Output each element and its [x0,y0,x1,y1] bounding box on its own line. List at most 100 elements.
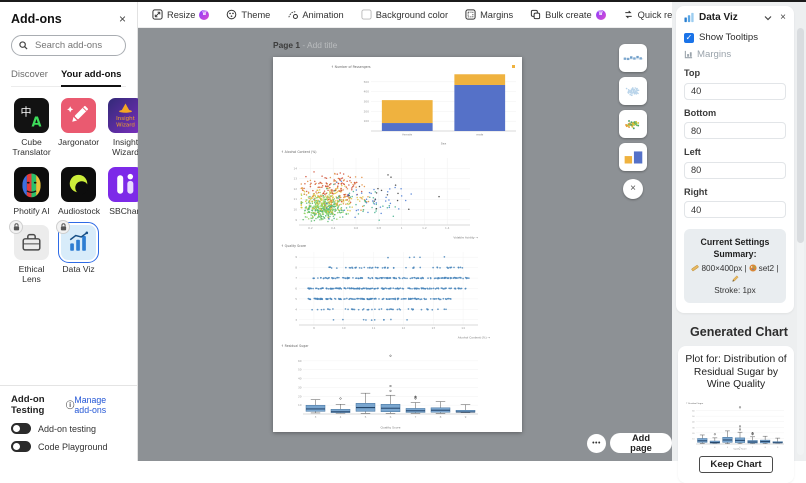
svg-text:Alcohol Content (%) →: Alcohol Content (%) → [458,336,491,340]
info-icon: ⓘ [66,399,75,411]
svg-text:60: 60 [298,359,302,363]
margin-top-input[interactable] [684,83,786,100]
design-page[interactable]: 100200300400500femalemale↑ Number of Pas… [273,57,522,432]
lock-icon [56,220,70,234]
margin-left-input[interactable] [684,162,786,179]
toolbar-bulk-button[interactable]: Bulk create♛ [530,9,606,20]
addon-ethical-lens[interactable]: Ethical Lens [11,225,52,285]
scatter-blue-thumbnail[interactable] [619,77,647,105]
svg-text:7: 7 [752,447,753,449]
tab-your-add-ons[interactable]: Your add-ons [61,67,122,87]
search-input[interactable] [33,39,121,52]
svg-text:1: 1 [401,226,403,230]
addon-testing-title: Add-on Testing [11,394,63,416]
theme-icon [226,9,237,20]
svg-text:9: 9 [295,255,297,259]
addon-label: Cube Translator [11,137,52,158]
data-viz-panel-title: Data Viz [699,12,756,23]
chart-strip-plot[interactable]: 345678991011121314↑ Quality ScoreAlcohol… [273,240,522,340]
addons-grid: 中ACube TranslatorJargonatorInsightWizard… [11,98,126,285]
svg-text:10: 10 [692,439,695,441]
svg-text:female: female [402,133,412,137]
chevron-down-icon[interactable] [764,15,772,21]
svg-text:9: 9 [313,326,315,330]
page-label: Page 1 [273,40,300,50]
add-page-button[interactable]: Add page [610,433,672,453]
addon-audiostock[interactable]: Audiostock [58,167,99,216]
addon-testing-toggle[interactable] [11,423,31,434]
toolbar-animation-button[interactable]: Animation [287,9,343,20]
page-head[interactable]: Page 1 - Add title [273,40,337,50]
boxplot-thumbnail[interactable] [619,44,647,72]
svg-text:11: 11 [372,326,376,330]
svg-text:中: 中 [20,106,31,119]
quickreplace-icon [623,9,634,20]
svg-text:8: 8 [295,266,297,270]
svg-text:4: 4 [714,447,716,449]
addon-cube-translator[interactable]: 中A Cube Translator [11,98,52,158]
svg-text:50: 50 [692,416,695,418]
addons-panel-title: Add-ons [11,12,62,26]
bar-chart-thumbnail[interactable] [619,143,647,171]
svg-text:A: A [32,116,42,131]
addon-data-viz[interactable]: Data Viz [58,225,99,285]
svg-text:30: 30 [298,385,302,389]
scatter-color-thumbnail[interactable] [619,110,647,138]
close-suggestions-button[interactable]: × [623,179,643,199]
toolbar-bulk-label: Bulk create [545,10,592,20]
panel-scrollbar[interactable] [797,28,804,455]
toolbar-bgcolor-button[interactable]: Background color [361,9,448,20]
addon-label: Audiostock [58,206,99,216]
bulk-icon [530,9,541,20]
svg-text:↑ Alcohol Content (%): ↑ Alcohol Content (%) [281,150,317,154]
manage-addons-link[interactable]: Manage add-ons [74,395,126,415]
close-data-viz-button[interactable]: × [780,13,786,23]
page-title-placeholder[interactable]: Add title [307,40,337,50]
page-more-button[interactable]: ••• [587,434,606,453]
editor-center: Resize♛ Theme Animation Background color Mar… [138,2,672,461]
toolbar-margins-button[interactable]: Margins [465,9,513,20]
code-playground-toggle[interactable] [11,441,31,452]
addons-search[interactable] [11,35,126,56]
cube-translator-icon: 中A [14,98,49,133]
addon-photify-ai[interactable]: Photify AI [11,167,52,216]
close-addons-button[interactable]: × [119,13,126,25]
toolbar-theme-button[interactable]: Theme [226,9,270,20]
margin-fields: TopBottomLeftRight [684,68,786,218]
svg-text:1.4: 1.4 [445,226,450,230]
ethical-lens-icon [14,225,49,260]
panel-scrollbar-thumb[interactable] [797,28,804,243]
svg-text:9: 9 [465,415,467,419]
settings-summary: Current Settings Summary: 800×400px |set… [684,229,786,303]
svg-text:200: 200 [364,109,370,113]
chart-stacked-bar[interactable]: 100200300400500femalemale↑ Number of Pas… [273,60,522,146]
addon-jargonator[interactable]: Jargonator [58,98,99,158]
editor-toolbar: Resize♛ Theme Animation Background color Mar… [138,2,672,28]
settings-summary-heading: Current Settings Summary: [688,237,782,261]
margin-right-input[interactable] [684,201,786,218]
tab-discover[interactable]: Discover [11,67,48,86]
svg-text:12: 12 [402,326,406,330]
svg-text:↑ Number of Passengers: ↑ Number of Passengers [331,65,371,69]
svg-text:10: 10 [298,403,302,407]
show-tooltips-checkbox[interactable]: ✓ [684,33,694,43]
toolbar-resize-button[interactable]: Resize♛ [152,9,209,20]
addon-testing-footer: Add-on Testingⓘ Manage add-ons Add-on te… [0,385,137,461]
addon-label: Jargonator [58,137,99,147]
toolbar-theme-label: Theme [241,10,270,20]
chart-box-plot[interactable]: 1020304050603456789↑ Residual SugarQuali… [273,340,522,430]
svg-text:Volatile Acidity →: Volatile Acidity → [453,236,478,240]
margin-bottom-input[interactable] [684,122,786,139]
chart-scatter[interactable]: 910111213140.20.40.60.811.21.4↑ Alcohol … [273,146,522,240]
svg-text:3: 3 [315,415,317,419]
svg-text:12: 12 [293,187,297,191]
generated-chart-card: Plot for: Distribution of Residual Sugar… [678,346,794,483]
svg-text:Quality Score: Quality Score [380,426,400,430]
svg-text:5: 5 [365,415,367,419]
lock-icon [9,220,23,234]
keep-chart-button[interactable]: Keep Chart [699,456,772,473]
toolbar-animation-label: Animation [302,10,343,20]
chart-suggestions [619,44,647,171]
editor-canvas[interactable]: Page 1 - Add title 100200300400500female… [138,28,672,461]
svg-text:60: 60 [692,411,695,413]
